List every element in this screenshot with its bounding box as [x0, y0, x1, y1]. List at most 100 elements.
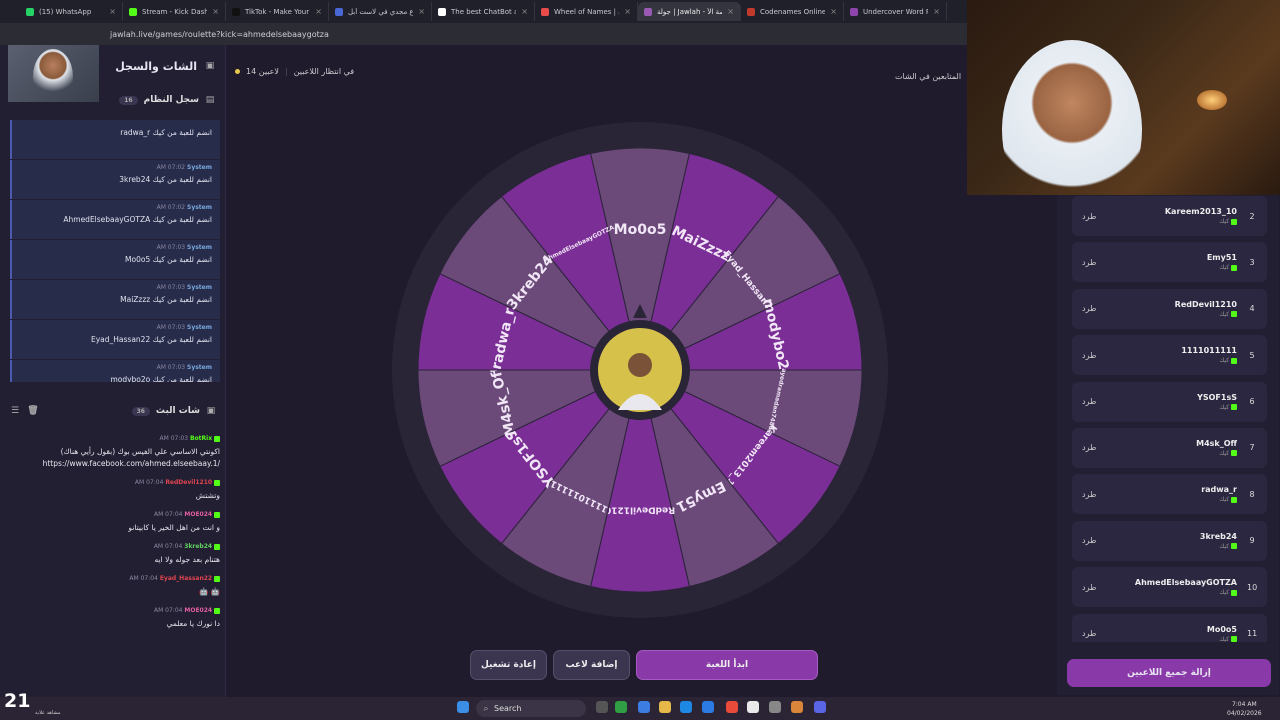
- message-text: اكونتي الاساسي علي الفيس بوك (بقول رأيي …: [42, 447, 220, 468]
- message-user[interactable]: MOE024: [184, 511, 212, 518]
- message-text: هتنام بعد جوله ولا ايه: [154, 555, 221, 564]
- windows-start-icon[interactable]: [457, 701, 469, 713]
- message-text: Mo0o5 انضم للعبة من كيك: [125, 255, 212, 264]
- url-text[interactable]: jawlah.live/games/roulette?kick=ahmedels…: [110, 30, 329, 39]
- message-text: 🤖 🤖: [198, 587, 220, 596]
- browser-tab[interactable]: جولة | Jawlah - منصة الأ ×: [638, 2, 741, 21]
- player-number: 11: [1247, 629, 1258, 639]
- app-icon[interactable]: [638, 701, 650, 713]
- player-row: طرد RedDevil1210 كيك 4: [1072, 288, 1267, 329]
- player-name: 1111011111: [1181, 346, 1237, 356]
- kick-icon: [1231, 311, 1237, 318]
- close-icon[interactable]: ×: [521, 7, 528, 16]
- close-icon[interactable]: ×: [212, 7, 219, 16]
- kick-player-button[interactable]: طرد: [1082, 443, 1096, 452]
- kick-player-button[interactable]: طرد: [1082, 258, 1096, 267]
- message-user[interactable]: MOE024: [184, 607, 212, 614]
- browser-tab[interactable]: Wheel of Names | تواكي ×: [535, 2, 638, 21]
- start-game-button[interactable]: ابدأ اللعبة: [636, 650, 818, 680]
- close-icon[interactable]: ×: [315, 7, 322, 16]
- tab-label: (15) WhatsApp: [39, 7, 92, 16]
- system-clock[interactable]: 7:04 AM 04/02/2026: [1227, 700, 1262, 718]
- message-time: AM 07:04: [129, 575, 158, 582]
- system-log-list[interactable]: radwa_r انضم للعبة من كيك AM 07:02 System…: [10, 120, 220, 382]
- browser-tab[interactable]: الفرع مجدي في لاست أبل ×: [329, 2, 432, 21]
- player-info: radwa_r كيك: [1096, 485, 1247, 503]
- kick-player-button[interactable]: طرد: [1082, 397, 1096, 406]
- player-source-label: كيك: [1219, 403, 1230, 411]
- game-controls: إعادة تشغيل إضافة لاعب ابدأ اللعبة: [470, 650, 818, 680]
- roulette-wheel[interactable]: Mo0o5 MaiZzzzEyad_Hassan22modybo2oayedram…: [390, 120, 890, 620]
- browser-tab[interactable]: (15) WhatsApp ×: [20, 2, 123, 21]
- tab-favicon-icon: [541, 7, 549, 16]
- chrome-icon[interactable]: [726, 701, 738, 713]
- message-user[interactable]: Eyad_Hassan22: [160, 575, 212, 582]
- browser-tab[interactable]: Stream - Kick Dashboard ×: [123, 2, 226, 21]
- player-source-label: كيك: [1219, 218, 1230, 225]
- player-source-label: كيك: [1219, 449, 1230, 457]
- app-icon[interactable]: [791, 701, 803, 713]
- kick-icon: [1231, 589, 1237, 596]
- taskview-icon[interactable]: [596, 701, 608, 713]
- player-number: 4: [1249, 304, 1255, 314]
- close-icon[interactable]: ×: [727, 7, 734, 16]
- app-icon[interactable]: [747, 701, 759, 713]
- player-source: كيك: [1096, 636, 1237, 642]
- kick-player-button[interactable]: طرد: [1082, 351, 1096, 360]
- explorer-icon[interactable]: [659, 701, 671, 713]
- kick-icon: [1231, 264, 1237, 271]
- filter-icon[interactable]: ☰: [10, 406, 20, 416]
- viewer-label: مشاهد علاية: [35, 710, 61, 716]
- search-label: Search: [494, 704, 522, 713]
- restart-button[interactable]: إعادة تشغيل: [470, 650, 547, 680]
- discord-icon[interactable]: [814, 701, 826, 713]
- message-user[interactable]: BotRix: [190, 435, 212, 442]
- players-list[interactable]: طردKareem2013_10كيك 2طردEmy51كيك 3طردRed…: [1072, 196, 1267, 642]
- browser-tab[interactable]: Codenames Online ×: [741, 2, 844, 21]
- player-name: Emy51: [1206, 253, 1237, 263]
- message-user[interactable]: RedDevil1210: [165, 479, 212, 486]
- taskbar-search[interactable]: ⌕ Search: [476, 700, 586, 717]
- message-user[interactable]: 3kreb24: [184, 543, 212, 550]
- players-count: 14 لاعبين: [246, 66, 279, 76]
- app-icon[interactable]: [769, 701, 781, 713]
- tab-label: The best ChatBot and W: [451, 7, 516, 16]
- message-meta: AM 07:04 3kreb24: [10, 543, 220, 550]
- message-text: 3kreb24 انضم للعبة من كيك: [119, 175, 212, 184]
- message-time: AM 07:03: [156, 284, 186, 291]
- kick-player-button[interactable]: طرد: [1082, 536, 1096, 545]
- kick-player-button[interactable]: طرد: [1082, 629, 1096, 638]
- player-source-label: كيك: [1219, 635, 1230, 642]
- trash-icon[interactable]: 🗑: [27, 406, 38, 416]
- bot-chat-title: شات البث: [155, 406, 200, 416]
- close-icon[interactable]: ×: [933, 7, 940, 16]
- close-icon[interactable]: ×: [109, 7, 116, 16]
- close-icon[interactable]: ×: [418, 7, 425, 16]
- app-icon[interactable]: [702, 701, 714, 713]
- kick-icon: [1231, 543, 1237, 550]
- edge-icon[interactable]: [680, 701, 692, 713]
- message-author: System: [187, 364, 212, 371]
- browser-tab[interactable]: TikTok - Make Your Day ×: [226, 2, 329, 21]
- browser-tab[interactable]: Undercover Word Party ×: [844, 2, 947, 21]
- close-icon[interactable]: ×: [830, 7, 837, 16]
- message-text: radwa_r انضم للعبة من كيك: [120, 128, 212, 137]
- add-player-button[interactable]: إضافة لاعب: [553, 650, 630, 680]
- close-icon[interactable]: ×: [624, 7, 631, 16]
- clock-date: 04/02/2026: [1227, 710, 1262, 717]
- message-text: و انت من اهل الخير يا كابيتانو: [128, 523, 220, 532]
- chat-message: AM 07:04 MOE024 و انت من اهل الخير يا كا…: [10, 511, 220, 534]
- widgets-icon[interactable]: [615, 701, 627, 713]
- player-name: RedDevil1210: [1174, 299, 1237, 309]
- kick-player-button[interactable]: طرد: [1082, 490, 1096, 499]
- message-text: modybo2o انضم للعبة من كيك: [110, 375, 212, 382]
- message-text: AhmedElsebaayGOTZA انضم للعبة من كيك: [63, 215, 212, 224]
- player-info: Mo0o5 كيك: [1096, 625, 1247, 642]
- kick-player-button[interactable]: طرد: [1082, 583, 1096, 592]
- browser-tab[interactable]: The best ChatBot and W ×: [432, 2, 535, 21]
- kick-player-button[interactable]: طرد: [1082, 304, 1096, 313]
- message-meta: AM 07:03 System: [20, 364, 212, 371]
- remove-all-players-button[interactable]: إزالة جميع اللاعبين: [1067, 659, 1271, 687]
- tab-favicon-icon: [26, 7, 34, 16]
- stream-chat-list[interactable]: AM 07:03 BotRix اكونتي الاساسي علي الفيس…: [10, 435, 220, 690]
